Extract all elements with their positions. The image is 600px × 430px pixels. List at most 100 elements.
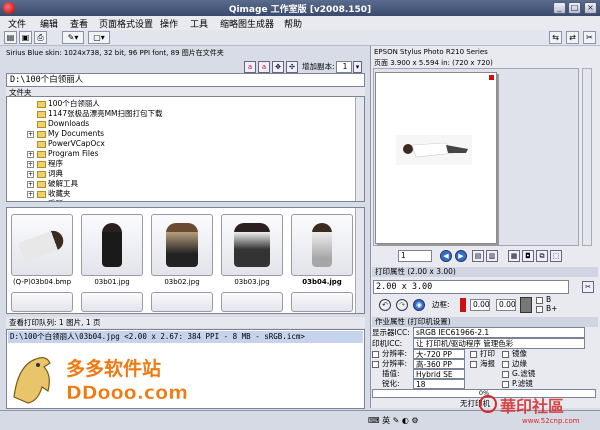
tree-item[interactable]: + 程序 <box>27 159 63 169</box>
expand-icon[interactable]: + <box>27 180 34 188</box>
interpolation-select[interactable]: Hybrid SE <box>413 369 465 379</box>
border-b-checkbox[interactable] <box>536 297 543 304</box>
menu-thumbnail-generator[interactable]: 缩略图生成器 <box>220 17 274 30</box>
menu-help[interactable]: 帮助 <box>284 17 302 30</box>
poster-checkbox[interactable] <box>470 361 477 368</box>
resolution-select-1[interactable]: 大-720 PP <box>413 349 465 359</box>
expand-icon[interactable]: + <box>27 130 34 138</box>
tree-item[interactable]: Downloads <box>37 119 89 129</box>
expand-icon[interactable]: + <box>27 170 34 178</box>
hua-yin-watermark: 華印社區 www.52cnp.com <box>479 395 580 425</box>
page-select[interactable]: 1 <box>398 250 432 262</box>
queue-item[interactable]: D:\100个白领丽人\03b04.jpg <2.00 x 2.67: 384 … <box>8 331 363 343</box>
tree-item[interactable]: + 收藏夹 <box>27 189 71 199</box>
new-page-icon[interactable]: ▢▾ <box>88 31 110 44</box>
print-size-select[interactable]: 2.00 x 3.00 <box>373 280 569 294</box>
move-icon[interactable]: ✥ <box>272 61 284 73</box>
border-input-2[interactable]: 0.00 <box>496 299 516 311</box>
maximize-button[interactable]: □ <box>568 2 581 14</box>
mirror-checkbox[interactable] <box>502 351 509 358</box>
menu-tools[interactable]: 工具 <box>190 17 208 30</box>
expand-icon[interactable]: + <box>27 150 34 158</box>
res2-checkbox[interactable] <box>372 361 379 368</box>
save-icon[interactable]: ▣ <box>19 31 32 44</box>
thumbnail[interactable] <box>11 292 73 312</box>
menu-operation[interactable]: 操作 <box>160 17 178 30</box>
thumbnail[interactable] <box>291 292 353 312</box>
printer-icc-select[interactable]: 让 打印机/驱动程序 管理色彩 <box>413 338 585 349</box>
print-icon[interactable]: ⎙ <box>34 31 47 44</box>
rotate-icon[interactable]: ✣ <box>286 61 298 73</box>
menu-page-format[interactable]: 页面格式设置 <box>99 17 153 30</box>
tree-item[interactable]: + 破解工具 <box>27 179 78 189</box>
thumbnail[interactable] <box>11 214 73 276</box>
tree-item[interactable]: + 词典 <box>27 169 63 179</box>
fit-icon[interactable]: ⬚ <box>550 250 562 262</box>
close-button[interactable]: × <box>584 2 597 14</box>
tray-icons[interactable]: ⌨ 英 ✎ ◐ ⚙ <box>368 415 448 427</box>
border-color-swatch[interactable] <box>460 298 466 312</box>
duplicate-icon[interactable]: ⧉ <box>536 250 548 262</box>
thumbnail[interactable] <box>291 214 353 276</box>
expand-icon[interactable]: + <box>27 160 34 168</box>
tool-menu-icon[interactable]: ✎▾ <box>62 31 84 44</box>
tree-item[interactable]: PowerVCapOcx <box>37 139 105 149</box>
menu-view[interactable]: 查看 <box>70 17 88 30</box>
display-icc-select[interactable]: sRGB IEC61966-2.1 <box>413 327 585 338</box>
edge-checkbox[interactable] <box>502 361 509 368</box>
border-label: 边框: <box>432 300 450 309</box>
resolution-select-2[interactable]: 高-360 PP <box>413 359 465 369</box>
sharpen-select[interactable]: 18 <box>413 379 465 389</box>
tree-item[interactable]: 1147张极品漂亮MM扫图打包下载 <box>37 109 163 119</box>
thumbnail-label: (Q-P)03b04.bmp <box>12 278 72 286</box>
tree-item[interactable]: +采所 <box>27 199 63 201</box>
toolbar-right-icon-3[interactable]: ✂ <box>583 31 596 44</box>
thumbnail[interactable] <box>221 214 283 276</box>
rotate-left-button[interactable]: ↶ <box>379 299 391 311</box>
page-preview[interactable] <box>375 72 497 244</box>
p-filter-checkbox[interactable] <box>502 381 509 388</box>
preview-scrollbar[interactable] <box>582 68 592 246</box>
tree-item[interactable]: + My Documents <box>27 129 104 139</box>
menu-edit[interactable]: 编辑 <box>40 17 58 30</box>
open-folder-icon[interactable]: ▤ <box>4 31 17 44</box>
layout-icon-2[interactable]: ▥ <box>486 250 498 262</box>
thumbnail[interactable] <box>151 292 213 312</box>
border-bplus-checkbox[interactable] <box>536 306 543 313</box>
copies-spinner[interactable]: ▾ <box>353 61 362 73</box>
lock-icon[interactable]: ◘ <box>522 250 534 262</box>
border-color-picker[interactable] <box>520 297 532 313</box>
thumbnail-scrollbar[interactable] <box>355 208 364 313</box>
title-bar[interactable]: Qimage 工作室版 [v2008.150] _ □ × <box>0 0 600 16</box>
expand-icon[interactable]: + <box>27 200 34 201</box>
print-checkbox[interactable] <box>470 351 477 358</box>
thumbnail[interactable] <box>151 214 213 276</box>
tree-scrollbar[interactable] <box>355 97 364 201</box>
menu-file[interactable]: 文件 <box>8 17 26 30</box>
layout-icon-1[interactable]: ▤ <box>472 250 484 262</box>
copies-input[interactable]: 1 <box>336 61 352 73</box>
thumbnail[interactable] <box>81 292 143 312</box>
thumbnail[interactable] <box>221 292 283 312</box>
tree-item[interactable]: 100个白领丽人 <box>37 99 100 109</box>
zoom-out-icon[interactable]: a <box>258 61 270 73</box>
folder-tree[interactable]: 100个白领丽人 1147张极品漂亮MM扫图打包下载 Downloads + My… <box>6 96 365 202</box>
thumbnail-grid[interactable]: (Q-P)03b04.bmp 03b01.jpg 03b02.jpg 03b03… <box>6 207 365 314</box>
expand-icon[interactable]: + <box>27 190 34 198</box>
toolbar-right-icon-2[interactable]: ⇄ <box>566 31 579 44</box>
minimize-button[interactable]: _ <box>553 2 566 14</box>
size-tools-icon[interactable]: ✂ <box>582 281 594 293</box>
grid-icon[interactable]: ▦ <box>508 250 520 262</box>
res1-checkbox[interactable] <box>372 351 379 358</box>
tree-item[interactable]: + Program Files <box>27 149 99 159</box>
next-page-button[interactable]: ▶ <box>455 250 467 262</box>
g-filter-checkbox[interactable] <box>502 371 509 378</box>
zoom-in-icon[interactable]: a <box>244 61 256 73</box>
rotate-right-button[interactable]: ↷ <box>396 299 408 311</box>
toolbar-right-icon-1[interactable]: ⇆ <box>549 31 562 44</box>
thumbnail[interactable] <box>81 214 143 276</box>
prev-page-button[interactable]: ◀ <box>440 250 452 262</box>
crop-button[interactable]: ◉ <box>413 299 425 311</box>
path-field[interactable]: D:\100个白领丽人 <box>6 73 365 87</box>
border-input-1[interactable]: 0.00 <box>470 299 490 311</box>
